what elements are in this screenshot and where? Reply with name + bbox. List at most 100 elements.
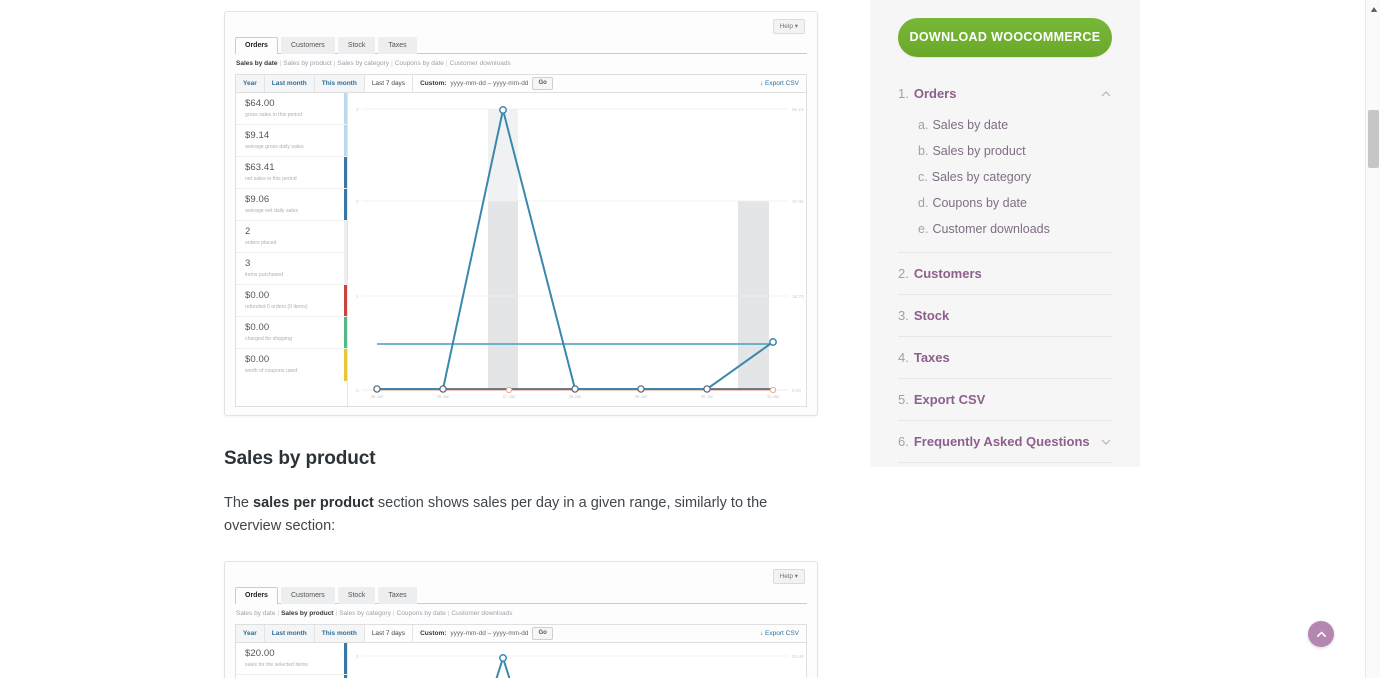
- sidebar-item-number: 2.: [898, 266, 909, 281]
- chevron-up-icon[interactable]: [1101, 89, 1111, 98]
- sub-item-number: d.: [918, 196, 929, 210]
- sales-chart-svg-2: 2 20.40: [348, 643, 806, 678]
- subnav-sales-by-product-2[interactable]: Sales by product: [281, 610, 333, 617]
- scroll-to-top-button[interactable]: [1308, 621, 1334, 647]
- svg-text:27 Jan: 27 Jan: [503, 394, 516, 399]
- tab-orders-2[interactable]: Orders: [235, 587, 278, 604]
- tab-stock-2[interactable]: Stock: [337, 587, 376, 604]
- sidebar-group-taxes: 4. Taxes: [898, 337, 1112, 379]
- stat-value: $20.00: [245, 648, 275, 659]
- sidebar-item-sales-by-product[interactable]: b. Sales by product: [918, 138, 1112, 164]
- subnav-sales-by-date-2[interactable]: Sales by date: [236, 610, 275, 617]
- sidebar-item-faq[interactable]: 6. Frequently Asked Questions: [898, 421, 1112, 462]
- stat-label: net sales in this period: [245, 176, 297, 182]
- svg-text:20.40: 20.40: [792, 654, 804, 659]
- subnav-sales-by-category-2[interactable]: Sales by category: [339, 610, 391, 617]
- svg-text:29 Jan: 29 Jan: [635, 394, 648, 399]
- download-woocommerce-button[interactable]: DOWNLOAD WOOCOMMERCE: [898, 18, 1112, 57]
- stat-coupons[interactable]: $0.00 worth of coupons used: [236, 349, 347, 381]
- screenshot-sales-by-product: Help ▾ Orders Customers Stock Taxes Sale…: [224, 561, 818, 678]
- paragraph-pre: The: [224, 495, 254, 511]
- sidebar-item-sales-by-date[interactable]: a. Sales by date: [918, 112, 1112, 138]
- report-subnav: Sales by date | Sales by product | Sales by …: [235, 54, 807, 74]
- stat-value: $9.14: [245, 130, 270, 141]
- stat-net-sales[interactable]: $63.41 net sales in this period: [236, 157, 347, 189]
- svg-text:3: 3: [356, 107, 359, 112]
- range-this-month-2[interactable]: This month: [315, 625, 365, 642]
- range-year-2[interactable]: Year: [236, 625, 265, 642]
- svg-text:31 Jan: 31 Jan: [767, 394, 780, 399]
- sidebar-item-customer-downloads[interactable]: e. Customer downloads: [918, 216, 1112, 242]
- sidebar-item-orders[interactable]: 1. Orders: [898, 77, 1112, 110]
- sub-item-number: e.: [918, 222, 929, 236]
- range-last-7-days[interactable]: Last 7 days: [364, 75, 414, 92]
- sidebar-item-coupons-by-date[interactable]: d. Coupons by date: [918, 190, 1112, 216]
- sidebar-item-customers[interactable]: 2. Customers: [898, 253, 1112, 294]
- stat-color-bar: [344, 349, 347, 381]
- stat-color-bar: [344, 157, 347, 188]
- subnav-customer-downloads-2[interactable]: Customer downloads: [451, 610, 512, 617]
- stat-avg-net-daily[interactable]: $9.06 average net daily sales: [236, 189, 347, 221]
- sidebar-item-sales-by-category[interactable]: c. Sales by category: [918, 164, 1112, 190]
- go-button[interactable]: Go: [532, 77, 553, 90]
- tab-customers-2[interactable]: Customers: [280, 587, 335, 604]
- triangle-up-icon[interactable]: [1366, 2, 1380, 16]
- sidebar-item-stock[interactable]: 3. Stock: [898, 295, 1112, 336]
- help-dropdown-button-2[interactable]: Help ▾: [772, 569, 805, 584]
- subnav-coupons-by-date[interactable]: Coupons by date: [395, 60, 444, 67]
- stat-selected-item-sales[interactable]: $20.00 sales for the selected items: [236, 643, 347, 675]
- stat-orders-placed[interactable]: 2 orders placed: [236, 221, 347, 253]
- tab-orders[interactable]: Orders: [235, 37, 278, 54]
- sidebar-item-taxes[interactable]: 4. Taxes: [898, 337, 1112, 378]
- stat-value: $9.06: [245, 194, 270, 205]
- sales-chart-svg: 3 2 1 0 56.10 37.40 18.70 0.00 25 Jan 26…: [348, 93, 806, 406]
- subnav-sales-by-category[interactable]: Sales by category: [337, 60, 389, 67]
- stat-gross-sales[interactable]: $64.00 gross sales in this period: [236, 93, 347, 125]
- sidebar-item-export-csv[interactable]: 5. Export CSV: [898, 379, 1112, 420]
- stat-shipping[interactable]: $0.00 charged for shipping: [236, 317, 347, 349]
- report-tabs: Orders Customers Stock Taxes: [235, 37, 807, 54]
- sales-chart-2[interactable]: 2 20.40: [348, 643, 806, 678]
- sidebar-group-customers: 2. Customers: [898, 253, 1112, 295]
- subnav-customer-downloads[interactable]: Customer downloads: [450, 60, 511, 67]
- range-this-month[interactable]: This month: [315, 75, 365, 92]
- tab-stock[interactable]: Stock: [337, 37, 376, 54]
- sales-chart[interactable]: 3 2 1 0 56.10 37.40 18.70 0.00 25 Jan 26…: [348, 93, 806, 406]
- subnav-coupons-by-date-2[interactable]: Coupons by date: [397, 610, 446, 617]
- svg-text:30 Jan: 30 Jan: [701, 394, 714, 399]
- sidebar-item-label: Customers: [913, 266, 982, 281]
- help-dropdown-button[interactable]: Help ▾: [772, 19, 805, 34]
- export-csv-link-2[interactable]: ↓ Export CSV: [760, 629, 799, 639]
- stat-label: charged for shipping: [245, 336, 293, 342]
- vertical-scrollbar[interactable]: [1365, 0, 1380, 678]
- custom-range-input-2[interactable]: yyyy-mm-dd – yyyy-mm-dd: [450, 629, 528, 639]
- date-range-bar-2: Year Last month This month Last 7 days C…: [235, 624, 807, 642]
- subnav-sales-by-date[interactable]: Sales by date: [236, 60, 278, 67]
- export-csv-link[interactable]: ↓ Export CSV: [760, 79, 799, 89]
- tab-taxes[interactable]: Taxes: [378, 37, 417, 54]
- sidebar-group-faq: 6. Frequently Asked Questions: [898, 421, 1112, 463]
- stat-label: worth of coupons used: [245, 368, 298, 374]
- range-last-month[interactable]: Last month: [265, 75, 315, 92]
- range-last-month-2[interactable]: Last month: [265, 625, 315, 642]
- subnav-sales-by-product[interactable]: Sales by product: [283, 60, 331, 67]
- tab-customers[interactable]: Customers: [280, 37, 335, 54]
- stat-avg-gross-daily[interactable]: $9.14 average gross daily sales: [236, 125, 347, 157]
- sidebar-nav: 1. Orders a. Sales by date b. Sales by pro…: [898, 77, 1112, 463]
- range-year[interactable]: Year: [236, 75, 265, 92]
- range-last-7-days-2[interactable]: Last 7 days: [364, 625, 414, 642]
- custom-range-input[interactable]: yyyy-mm-dd – yyyy-mm-dd: [450, 79, 528, 89]
- sidebar-item-label: Stock: [913, 308, 950, 323]
- chevron-down-icon[interactable]: [1101, 437, 1111, 446]
- svg-text:26 Jan: 26 Jan: [437, 394, 450, 399]
- go-button-2[interactable]: Go: [532, 627, 553, 640]
- stat-label: gross sales in this period: [245, 112, 303, 118]
- sub-item-label: Sales by product: [932, 144, 1026, 158]
- tab-taxes-2[interactable]: Taxes: [378, 587, 417, 604]
- stat-value: $63.41: [245, 162, 275, 173]
- stat-refunded[interactable]: $0.00 refunded 0 orders (0 items): [236, 285, 347, 317]
- stat-label: items purchased: [245, 272, 284, 278]
- stat-items-purchased[interactable]: 3 items purchased: [236, 253, 347, 285]
- scrollbar-thumb[interactable]: [1368, 110, 1379, 168]
- sub-item-label: Coupons by date: [932, 196, 1027, 210]
